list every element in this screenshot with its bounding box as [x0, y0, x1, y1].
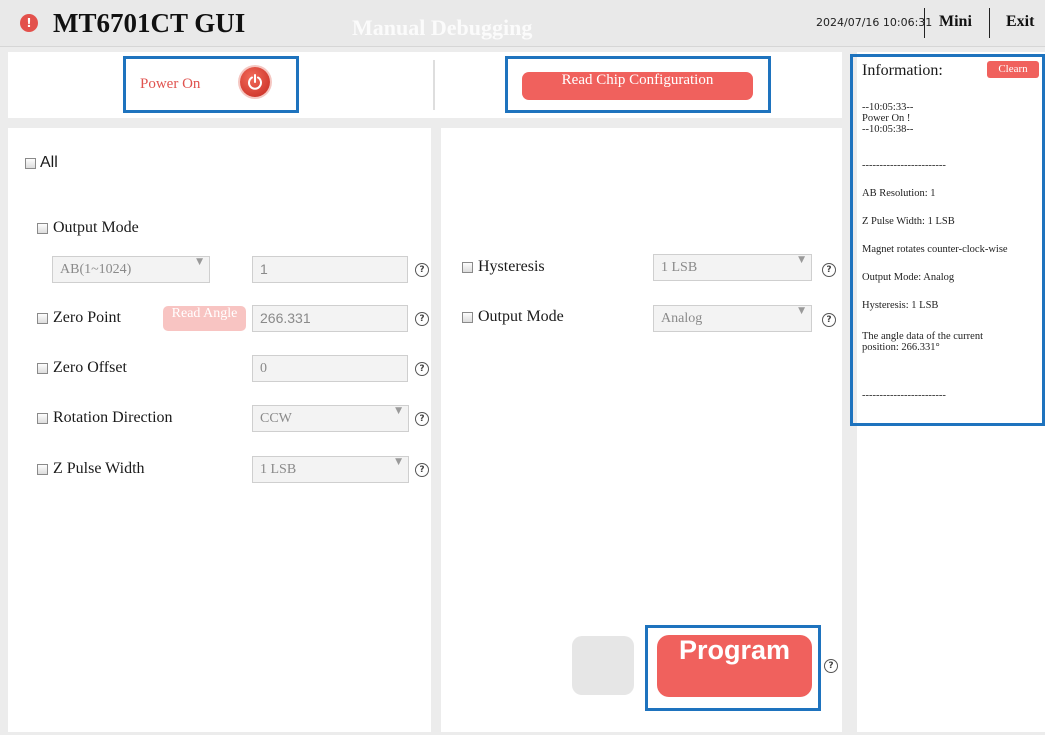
help-icon[interactable]: ? — [824, 659, 838, 673]
mini-button[interactable]: Mini — [939, 13, 972, 31]
clear-button[interactable]: Clearn — [987, 61, 1039, 78]
chevron-down-icon: ▼ — [798, 306, 805, 316]
z-pulse-width-label: Z Pulse Width — [53, 460, 145, 477]
z-pulse-width-value: 1 LSB — [260, 462, 297, 477]
output-mode-select-value: AB(1~1024) — [60, 262, 132, 277]
chevron-down-icon: ▼ — [395, 406, 402, 416]
output-mode-checkbox[interactable] — [37, 223, 48, 234]
power-button[interactable] — [240, 67, 270, 97]
hysteresis-checkbox[interactable] — [462, 262, 473, 273]
zero-point-checkbox[interactable] — [37, 313, 48, 324]
title-separator — [924, 8, 925, 38]
rotation-direction-value: CCW — [260, 411, 292, 426]
log-line: Output Mode: Analog — [862, 272, 955, 283]
help-icon[interactable]: ? — [415, 412, 429, 426]
read-chip-config-button[interactable]: Read Chip Configuration — [522, 72, 753, 100]
log-line: position: 266.331° — [862, 342, 940, 353]
zero-offset-input[interactable]: 0 — [252, 355, 408, 382]
power-label: Power On — [140, 76, 201, 92]
all-checkbox[interactable] — [25, 158, 36, 169]
chevron-down-icon: ▼ — [798, 255, 805, 265]
app-title: MT6701CT GUI — [53, 8, 246, 38]
help-icon[interactable]: ? — [415, 463, 429, 477]
z-pulse-width-checkbox[interactable] — [37, 464, 48, 475]
zero-point-label: Zero Point — [53, 309, 121, 326]
right-output-mode-value: Analog — [661, 311, 703, 326]
chevron-down-icon: ▼ — [196, 257, 203, 267]
warning-icon: ! — [20, 14, 38, 32]
rotation-direction-label: Rotation Direction — [53, 409, 173, 426]
chevron-down-icon: ▼ — [395, 457, 402, 467]
log-line: --10:05:38-- — [862, 124, 914, 135]
information-title: Information: — [862, 62, 943, 79]
log-line: Z Pulse Width: 1 LSB — [862, 216, 955, 227]
help-icon[interactable]: ? — [415, 263, 429, 277]
log-line: The angle data of the current — [862, 331, 983, 342]
rotation-direction-select[interactable]: CCW ▼ — [252, 405, 409, 432]
exit-button[interactable]: Exit — [1006, 13, 1034, 31]
log-line: --10:05:33-- — [862, 102, 914, 113]
hysteresis-value: 1 LSB — [661, 260, 698, 275]
log-line: Power On ! — [862, 113, 911, 124]
right-output-mode-checkbox[interactable] — [462, 312, 473, 323]
title-separator — [989, 8, 990, 38]
help-icon[interactable]: ? — [822, 313, 836, 327]
output-mode-select[interactable]: AB(1~1024) ▼ — [52, 256, 210, 283]
all-label: All — [40, 154, 58, 171]
output-mode-input[interactable]: 1 — [252, 256, 408, 283]
right-output-mode-select[interactable]: Analog ▼ — [653, 305, 812, 332]
mode-title: Manual Debugging — [352, 15, 533, 40]
right-output-mode-label: Output Mode — [478, 308, 564, 325]
z-pulse-width-select[interactable]: 1 LSB ▼ — [252, 456, 409, 483]
clock: 2024/07/16 10:06:31 — [816, 16, 933, 29]
hysteresis-select[interactable]: 1 LSB ▼ — [653, 254, 812, 281]
toolbar-divider — [433, 60, 435, 110]
power-icon — [248, 74, 262, 90]
blank-button[interactable] — [572, 636, 634, 695]
log-line: Magnet rotates counter-clock-wise — [862, 244, 1008, 255]
log-line: ------------------------ — [862, 160, 946, 171]
zero-offset-checkbox[interactable] — [37, 363, 48, 374]
log-line: ------------------------ — [862, 390, 946, 401]
zero-point-input[interactable]: 266.331 — [252, 305, 408, 332]
hysteresis-label: Hysteresis — [478, 258, 545, 275]
help-icon[interactable]: ? — [822, 263, 836, 277]
rotation-direction-checkbox[interactable] — [37, 413, 48, 424]
log-line: Hysteresis: 1 LSB — [862, 300, 939, 311]
output-mode-label: Output Mode — [53, 219, 139, 236]
zero-offset-label: Zero Offset — [53, 359, 127, 376]
log-line: AB Resolution: 1 — [862, 188, 936, 199]
title-bar: ! MT6701CT GUI Manual Debugging 2024/07/… — [0, 0, 1045, 47]
help-icon[interactable]: ? — [415, 312, 429, 326]
help-icon[interactable]: ? — [415, 362, 429, 376]
program-button[interactable]: Program — [657, 635, 812, 697]
read-angle-button[interactable]: Read Angle — [163, 306, 246, 331]
